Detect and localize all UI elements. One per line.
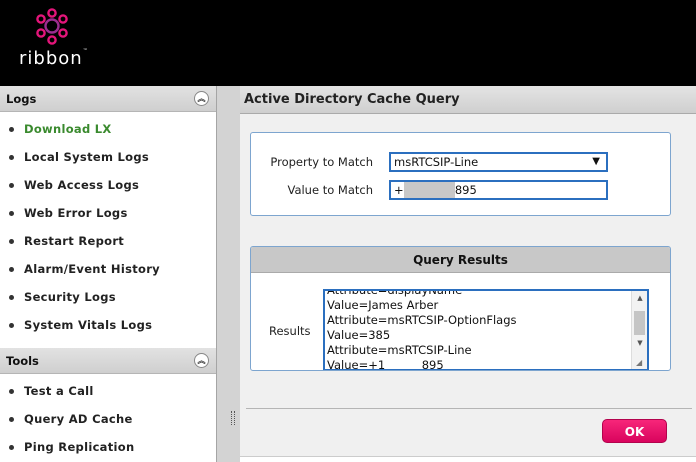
results-panel: Query Results Results Attribute=displayN…: [250, 246, 671, 371]
nav-system-vitals-logs[interactable]: System Vitals Logs: [0, 311, 216, 339]
results-text: Attribute=displayName Value=James Arber At…: [327, 289, 632, 371]
app-header: ribbon™: [0, 0, 696, 78]
nav-web-error-logs[interactable]: Web Error Logs: [0, 199, 216, 227]
property-label: Property to Match: [270, 155, 373, 169]
value-prefix: +: [394, 183, 404, 197]
sidebar: Logs ︽ Download LX Local System Logs Web…: [0, 86, 216, 462]
result-line: Value=James Arber: [327, 298, 439, 312]
result-line: Attribute=msRTCSIP-Line: [327, 343, 472, 357]
sidebar-splitter[interactable]: [216, 86, 240, 462]
ribbon-logo-icon: [36, 8, 68, 45]
result-line: Attribute=displayName: [327, 289, 463, 297]
results-textarea[interactable]: Attribute=displayName Value=James Arber At…: [323, 289, 649, 371]
resize-handle-icon[interactable]: ◢: [636, 358, 646, 368]
nav-restart-report[interactable]: Restart Report: [0, 227, 216, 255]
scroll-down-icon[interactable]: ▼: [632, 336, 647, 350]
property-row: Property to Match msRTCSIP-Line ▼: [251, 152, 670, 172]
nav-query-ad-cache[interactable]: Query AD Cache: [0, 405, 216, 433]
splitter-grip-icon[interactable]: [231, 411, 235, 425]
value-input[interactable]: +1234567895: [389, 180, 608, 200]
logs-section-title: Logs: [6, 92, 37, 106]
divider: [246, 408, 692, 409]
query-panel: Property to Match msRTCSIP-Line ▼ Value …: [250, 132, 671, 216]
nav-ping-replication[interactable]: Ping Replication: [0, 433, 216, 461]
results-label: Results: [269, 324, 311, 338]
nav-local-system-logs[interactable]: Local System Logs: [0, 143, 216, 171]
logs-section-header[interactable]: Logs ︽: [0, 86, 216, 112]
nav-test-a-call[interactable]: Test a Call: [0, 377, 216, 405]
result-line: Attribute=msRTCSIP-OptionFlags: [327, 313, 517, 327]
main-horizontal-scroll: [240, 456, 696, 462]
result-line: Value=+1 895: [327, 358, 444, 371]
logs-nav-list: Download LX Local System Logs Web Access…: [0, 112, 216, 339]
nav-alarm-event-history[interactable]: Alarm/Event History: [0, 255, 216, 283]
collapse-logs-icon[interactable]: ︽: [194, 91, 209, 106]
nav-download-lx[interactable]: Download LX: [0, 115, 216, 143]
value-row: Value to Match +1234567895: [251, 180, 670, 200]
scroll-up-icon[interactable]: ▲: [632, 291, 647, 305]
ok-button[interactable]: OK: [602, 419, 667, 443]
page-title: Active Directory Cache Query: [240, 86, 696, 114]
tools-section-header[interactable]: Tools ︽: [0, 348, 216, 374]
dropdown-arrow-icon[interactable]: ▼: [592, 154, 600, 170]
value-label: Value to Match: [287, 183, 373, 197]
results-header: Query Results: [251, 247, 670, 273]
redacted-block: 1234567: [403, 182, 455, 198]
main-panel: Active Directory Cache Query Property to…: [240, 86, 696, 462]
nav-web-access-logs[interactable]: Web Access Logs: [0, 171, 216, 199]
property-select-value: msRTCSIP-Line: [394, 155, 479, 169]
result-line: Value=385: [327, 328, 391, 342]
collapse-tools-icon[interactable]: ︽: [194, 353, 209, 368]
tools-nav-list: Test a Call Query AD Cache Ping Replicat…: [0, 374, 216, 461]
ribbon-logo-text: ribbon™: [19, 48, 89, 69]
property-select[interactable]: msRTCSIP-Line ▼: [389, 152, 608, 172]
nav-security-logs[interactable]: Security Logs: [0, 283, 216, 311]
scroll-thumb[interactable]: [634, 311, 645, 335]
value-suffix: 895: [454, 183, 477, 197]
tools-section-title: Tools: [6, 354, 39, 368]
